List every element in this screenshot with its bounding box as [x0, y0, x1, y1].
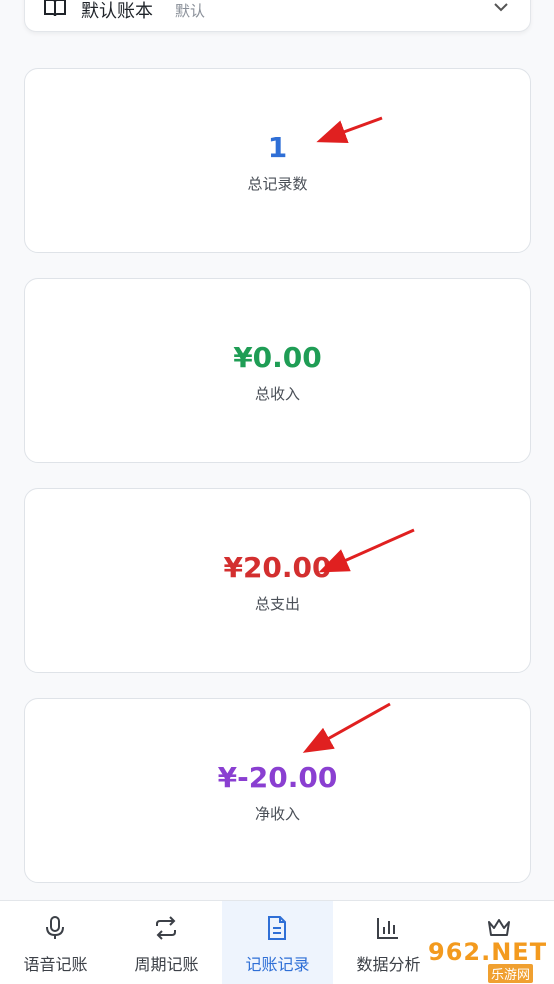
stat-card-net-income: ¥-20.00 净收入	[24, 698, 531, 883]
nav-records-label: 记账记录	[245, 955, 310, 974]
account-selector[interactable]: 默认账本 默认	[24, 0, 531, 32]
net-income-label: 净收入	[254, 805, 300, 823]
total-records-value: 1	[267, 131, 288, 164]
account-name: 默认账本	[81, 1, 153, 22]
watermark-site: 962.NET	[428, 938, 548, 966]
total-expense-value: ¥20.00	[223, 551, 332, 584]
stat-card-total-records: 1 总记录数	[24, 68, 531, 253]
page: 默认账本 默认 1 总记录数 ¥0.00 总收入 ¥20.00 总支出 ¥-20…	[0, 0, 554, 984]
nav-voice-accounting-label: 语音记账	[23, 955, 88, 974]
chevron-down-icon	[494, 3, 508, 12]
watermark-name: 乐游网	[488, 964, 534, 983]
account-tag: 默认	[175, 2, 206, 20]
repeat-icon	[156, 916, 176, 940]
watermark: 962.NET 乐游网	[414, 938, 552, 983]
mic-icon	[46, 916, 64, 939]
book-icon	[44, 0, 66, 17]
total-income-value: ¥0.00	[233, 341, 322, 374]
net-income-value: ¥-20.00	[217, 761, 338, 794]
stat-card-total-expense: ¥20.00 总支出	[24, 488, 531, 673]
stat-card-total-income: ¥0.00 总收入	[24, 278, 531, 463]
nav-recurring-accounting-label: 周期记账	[134, 955, 199, 974]
nav-voice-accounting[interactable]: 语音记账	[0, 901, 111, 984]
bar-chart-icon	[377, 918, 398, 939]
total-records-label: 总记录数	[247, 175, 308, 193]
document-icon	[268, 916, 286, 940]
nav-recurring-accounting[interactable]: 周期记账	[111, 901, 222, 984]
nav-records[interactable]: 记账记录	[222, 901, 333, 984]
total-income-label: 总收入	[254, 385, 300, 403]
total-expense-label: 总支出	[254, 595, 300, 613]
